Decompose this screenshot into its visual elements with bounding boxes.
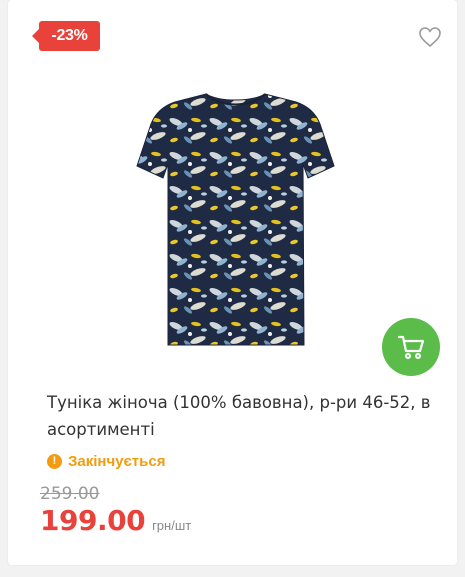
product-image[interactable] [128,80,343,355]
product-card[interactable]: -23% Туніка жіноча (100% бавовна), р-ри … [8,0,457,565]
current-price: 199.00 [40,504,146,537]
price-row: 199.00 грн/шт [40,504,191,537]
price-unit: грн/шт [152,518,192,533]
stock-status: ! Закінчується [47,450,165,472]
discount-badge: -23% [32,21,100,51]
shopping-cart-icon [397,335,425,359]
old-price: 259.00 [40,484,100,504]
add-to-cart-button[interactable] [382,318,440,376]
favorite-heart-icon[interactable] [418,26,442,48]
product-title[interactable]: Туніка жіноча (100% бавовна), р-ри 46-52… [47,389,437,443]
stock-status-label: Закінчується [68,452,166,470]
exclamation-circle-icon: ! [47,453,62,469]
